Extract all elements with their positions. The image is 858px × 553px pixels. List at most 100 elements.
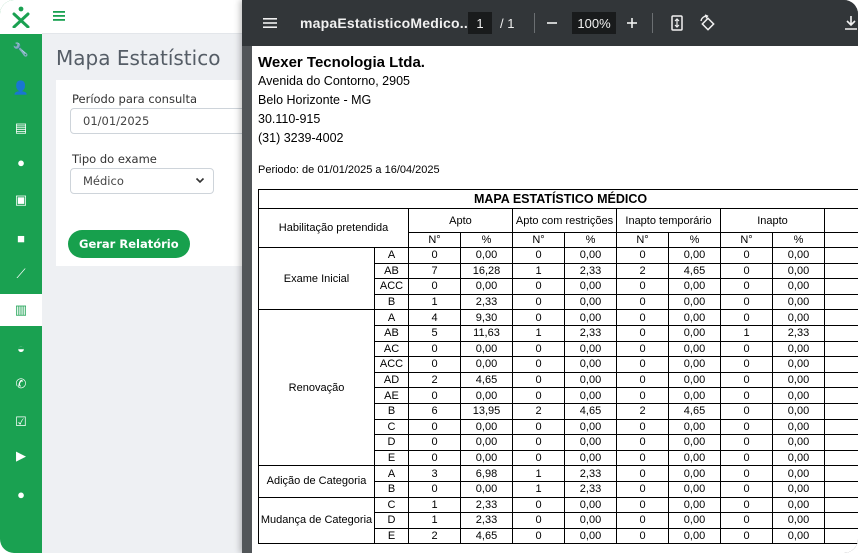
count-cell: 0 — [408, 480, 461, 498]
percent-cell: 0,00 — [564, 449, 617, 467]
table-row: Adição de Categoria A 3 6,98 1 2,33 0 0,00 0 0,00 — [258, 465, 858, 498]
minus-icon — [547, 22, 557, 24]
category-cell: C — [374, 496, 409, 514]
phone-icon[interactable]: ✆ — [0, 368, 42, 400]
count-cell: 0 — [512, 527, 565, 545]
user-icon[interactable]: ● — [0, 146, 42, 178]
gerar-relatorio-button[interactable]: Gerar Relatório — [68, 230, 190, 258]
col-pct-header: % — [668, 232, 721, 248]
calendar-check-icon[interactable]: ☑ — [0, 406, 42, 438]
percent-cell: 0,00 — [564, 434, 617, 451]
page-title: Mapa Estatístico — [56, 46, 221, 70]
pdf-filename: mapaEstatisticoMedico.... — [300, 15, 477, 31]
percent-cell: 0,00 — [772, 496, 825, 514]
document-icon[interactable]: ▤ — [0, 112, 42, 144]
category-cell: C — [374, 418, 409, 436]
percent-cell: 0,00 — [564, 512, 617, 529]
fit-page-button[interactable] — [670, 0, 684, 46]
category-cell: ACC — [374, 356, 409, 373]
category-cell: ACC — [374, 278, 409, 295]
fit-to-page-icon — [671, 15, 683, 31]
count-cell: 0 — [408, 340, 461, 358]
count-cell: 0 — [512, 434, 565, 451]
count-cell: 0 — [616, 496, 669, 514]
percent-cell: 0,00 — [668, 278, 721, 295]
percent-cell: 0,00 — [772, 262, 825, 280]
count-cell: 0 — [616, 371, 669, 389]
count-cell: 0 — [616, 278, 669, 295]
address-line: 30.110-915 — [258, 112, 321, 126]
count-cell: 0 — [720, 480, 773, 498]
zoom-in-button[interactable] — [626, 0, 638, 46]
percent-cell: 16,28 — [460, 262, 513, 280]
count-cell: 1 — [512, 480, 565, 498]
count-cell: 0 — [720, 496, 773, 514]
col-n-header: N° — [408, 232, 461, 248]
count-cell: 2 — [408, 527, 461, 545]
percent-cell: 0,00 — [668, 496, 721, 514]
percent-cell: 0,00 — [772, 418, 825, 436]
count-cell: 0 — [512, 387, 565, 404]
count-cell: 0 — [512, 309, 565, 326]
percent-cell: 2,33 — [564, 465, 617, 482]
count-cell: 0 — [512, 356, 565, 373]
percent-cell: 0,00 — [460, 480, 513, 498]
col-pct-header: % — [460, 232, 513, 248]
category-cell: D — [374, 512, 409, 529]
percent-cell: 2,33 — [460, 512, 513, 529]
count-cell: 0 — [720, 309, 773, 326]
percent-cell: 0,00 — [564, 387, 617, 404]
dashboard-icon[interactable]: ◒ — [0, 332, 42, 364]
line-chart-icon[interactable]: ⟋ — [0, 258, 42, 290]
count-cell: 0 — [408, 434, 461, 451]
bar-chart-icon[interactable]: ▥ — [0, 294, 42, 326]
percent-cell: 0,00 — [772, 278, 825, 295]
page-number-input[interactable]: 1 — [468, 12, 492, 34]
count-cell: 0 — [616, 527, 669, 545]
periodo-start-input[interactable]: 01/01/2025 — [70, 108, 270, 134]
col-group-header: Inapto temporário — [616, 208, 721, 233]
count-cell: 7 — [408, 262, 461, 280]
col-group-header: Inapto — [720, 208, 825, 233]
menu-toggle-icon[interactable] — [52, 9, 66, 23]
count-cell: 0 — [408, 418, 461, 436]
play-icon[interactable]: ▶ — [0, 440, 42, 472]
tipo-exame-select[interactable]: Médico — [70, 168, 214, 194]
zoom-out-button[interactable] — [546, 0, 558, 46]
count-cell: 6 — [408, 402, 461, 420]
note-icon[interactable]: ■ — [0, 222, 42, 254]
col-n-header: N° — [720, 232, 773, 248]
percent-cell: 0,00 — [564, 278, 617, 295]
user-plus-icon[interactable]: 👤 — [0, 72, 42, 104]
pdf-menu-button[interactable] — [262, 0, 278, 46]
percent-cell: 0,00 — [564, 527, 617, 545]
count-cell: 0 — [512, 293, 565, 311]
wrench-icon[interactable]: 🔧 — [0, 34, 42, 66]
money-icon[interactable]: ▣ — [0, 184, 42, 216]
percent-cell: 4,65 — [564, 402, 617, 420]
category-cell: E — [374, 527, 409, 545]
table-row: Renovação A 4 9,30 0 0,00 0 0,00 0 0,00 — [258, 309, 858, 467]
extra-cell — [823, 293, 858, 311]
percent-cell: 0,00 — [772, 480, 825, 498]
address-line: (31) 3239-4002 — [258, 131, 344, 145]
percent-cell: 6,98 — [460, 465, 513, 482]
count-cell: 1 — [512, 262, 565, 280]
percent-cell: 0,00 — [668, 324, 721, 342]
percent-cell: 0,00 — [564, 247, 617, 264]
app-logo[interactable] — [0, 0, 42, 34]
extra-cell — [823, 449, 858, 467]
habilitacao-group: Renovação — [258, 309, 375, 467]
rotate-button[interactable] — [698, 0, 716, 46]
download-button[interactable] — [844, 0, 858, 46]
percent-cell: 11,63 — [460, 324, 513, 342]
zoom-level-input[interactable]: 100% — [572, 12, 616, 34]
extra-cell — [823, 434, 858, 451]
count-cell: 0 — [616, 309, 669, 326]
percent-cell: 2,33 — [772, 324, 825, 342]
percent-cell: 4,65 — [668, 262, 721, 280]
percent-cell: 0,00 — [668, 434, 721, 451]
user-icon[interactable]: ● — [0, 478, 42, 510]
percent-cell: 13,95 — [460, 402, 513, 420]
habilitacao-group: Mudança de Categoria — [258, 496, 375, 545]
